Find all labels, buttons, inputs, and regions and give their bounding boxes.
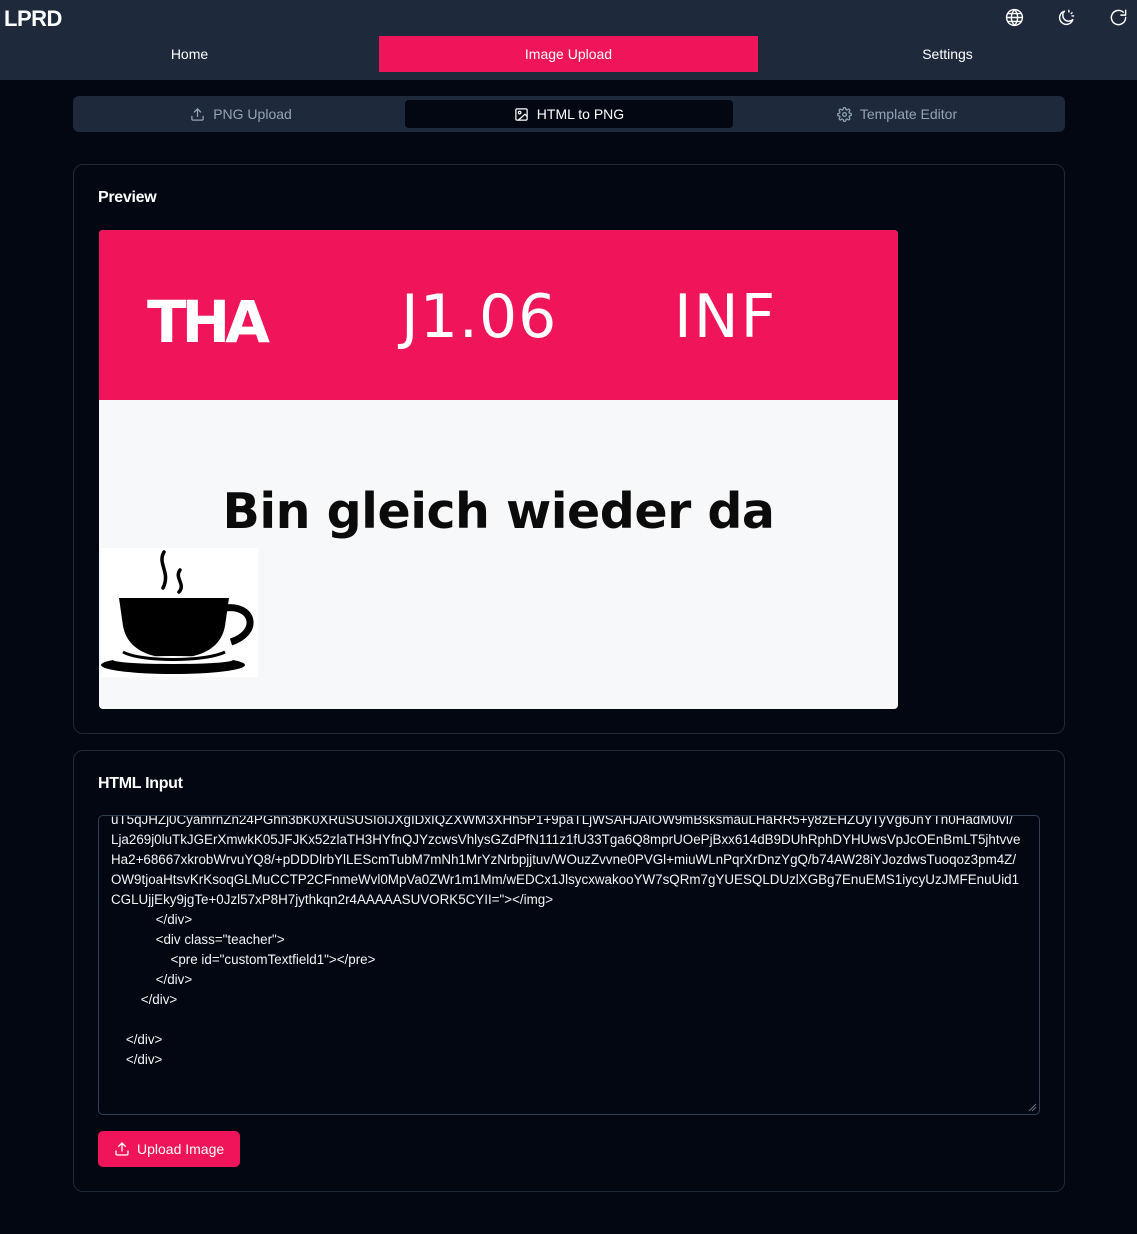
tha-logo: THA	[147, 288, 270, 356]
resize-handle[interactable]	[1027, 1102, 1037, 1112]
tab-html-to-png-label: HTML to PNG	[536, 106, 625, 122]
main-nav: Home Image Upload Settings	[0, 36, 1137, 72]
upload-image-label: Upload Image	[137, 1141, 225, 1157]
globe-icon[interactable]	[1003, 6, 1025, 28]
refresh-icon[interactable]	[1107, 6, 1129, 28]
html-code-text[interactable]: uT5qJHZj0CyamrnZn24PGhn3bK0XRuSUSIoIJXgI…	[111, 816, 1025, 1070]
html-input-textarea[interactable]: uT5qJHZj0CyamrnZn24PGhn3bK0XRuSUSIoIJXgI…	[98, 815, 1040, 1115]
nav-tab-home[interactable]: Home	[0, 36, 379, 72]
nav-tab-image-upload[interactable]: Image Upload	[379, 36, 758, 72]
tab-template-editor[interactable]: Template Editor	[733, 100, 1061, 128]
html-input-title: HTML Input	[98, 775, 183, 792]
tab-png-upload-label: PNG Upload	[213, 106, 292, 122]
tab-png-upload[interactable]: PNG Upload	[77, 100, 405, 128]
preview-card: Preview THA J1.06 INF Bin gleich wieder …	[73, 164, 1065, 734]
coffee-cup-icon	[101, 548, 258, 677]
moon-sun-icon[interactable]	[1055, 6, 1077, 28]
status-message: Bin gleich wieder da	[222, 483, 775, 540]
preview-banner: THA J1.06 INF	[99, 230, 898, 400]
image-icon	[515, 107, 528, 121]
tab-template-editor-label: Template Editor	[859, 106, 958, 122]
upload-icon	[115, 1142, 129, 1156]
room-number: J1.06	[401, 282, 558, 352]
gear-icon	[836, 106, 852, 122]
upload-image-button[interactable]: Upload Image	[98, 1131, 241, 1167]
top-icons	[1003, 6, 1129, 28]
preview-title: Preview	[98, 189, 157, 206]
upload-mode-tabs: PNG Upload HTML to PNG Template Editor	[73, 96, 1065, 132]
app-brand: LPRD	[4, 6, 62, 31]
tab-html-to-png[interactable]: HTML to PNG	[405, 100, 733, 128]
upload-icon	[191, 107, 204, 121]
nav-tab-settings[interactable]: Settings	[758, 36, 1137, 72]
top-bar: LPRD Home Image Upload Settings	[0, 0, 1137, 80]
department-code: INF	[674, 282, 778, 352]
html-input-card: HTML Input uT5qJHZj0CyamrnZn24PGhn3bK0XR…	[73, 750, 1065, 1192]
door-sign-preview: THA J1.06 INF Bin gleich wieder da	[99, 230, 898, 709]
